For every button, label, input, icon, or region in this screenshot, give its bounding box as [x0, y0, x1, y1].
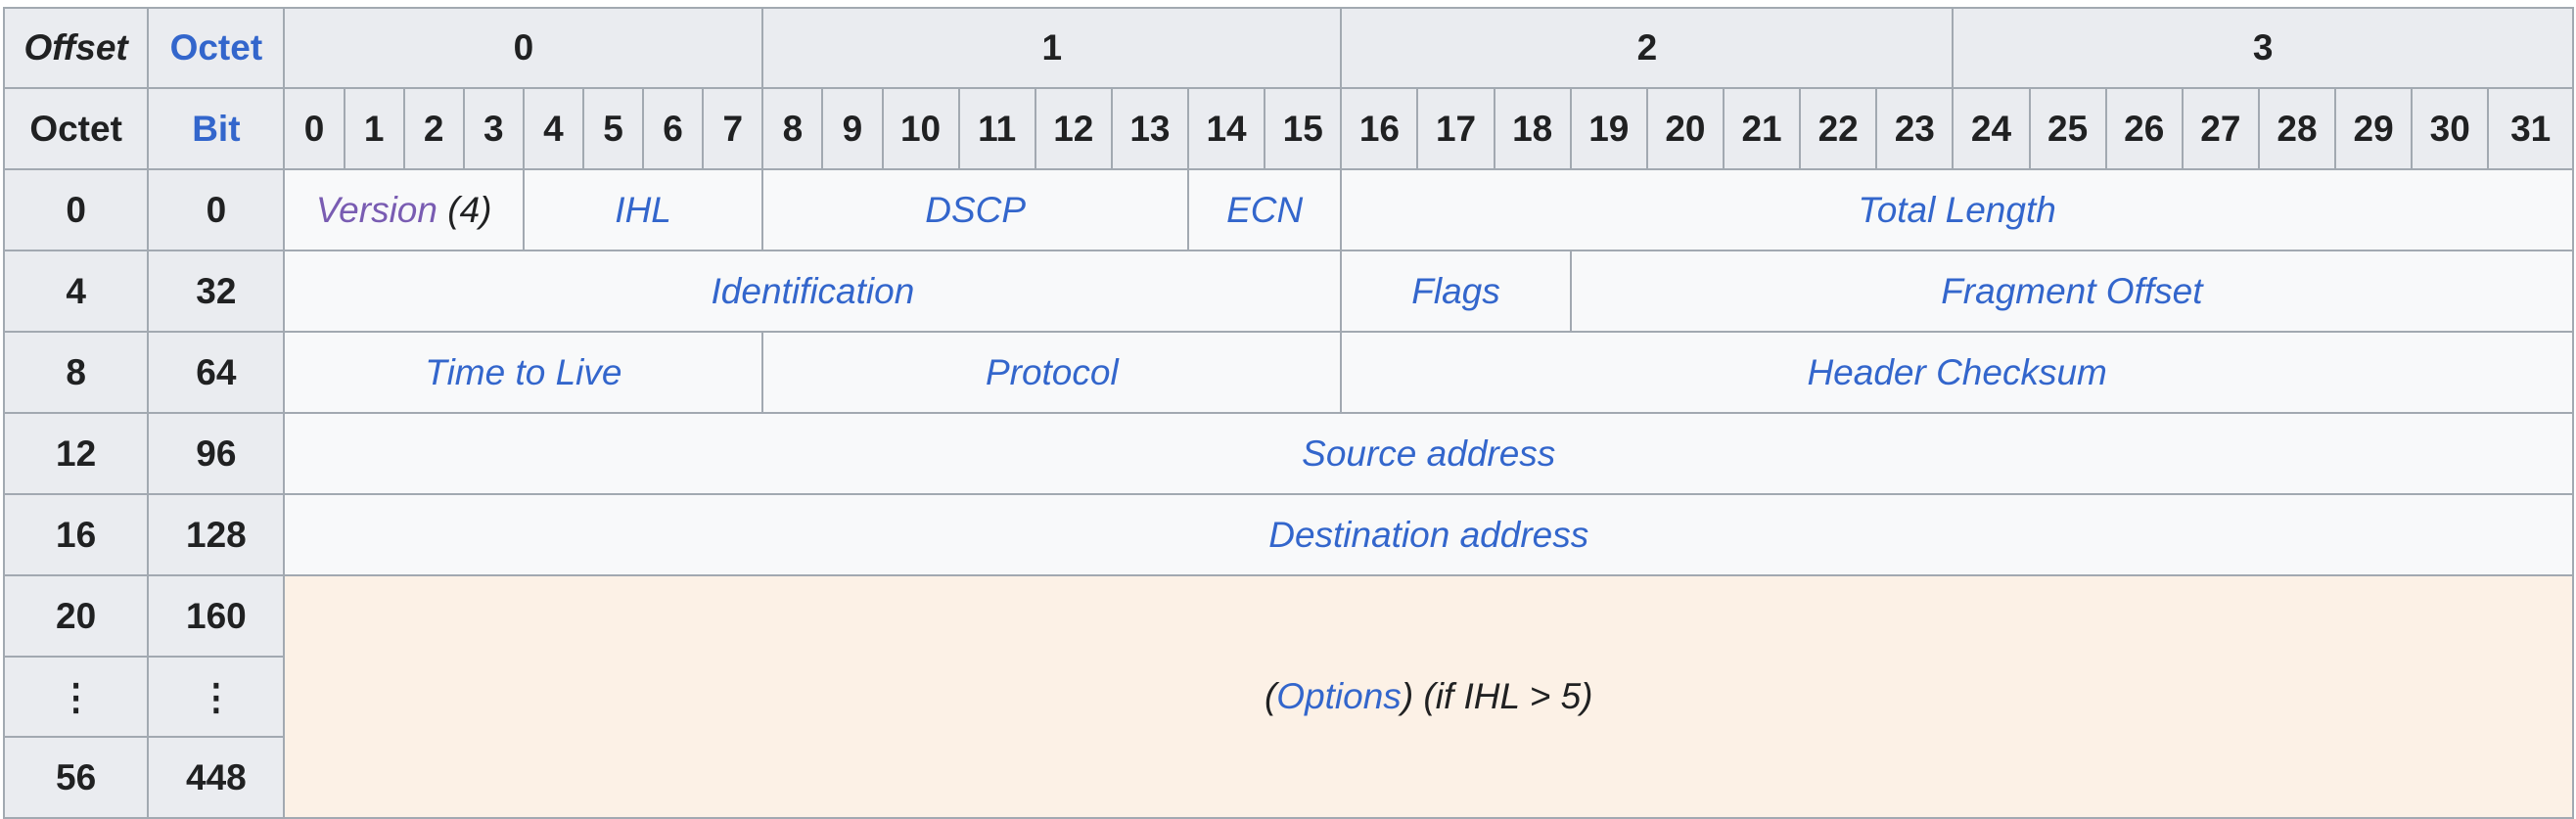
bit-number: 18: [1493, 87, 1572, 170]
total-length-field[interactable]: Total Length: [1340, 168, 2574, 251]
bit-number: 6: [642, 87, 705, 170]
octet-group-header-row: Offset Octet 0 1 2 3: [2, 7, 2574, 89]
bit-number: 5: [581, 87, 645, 170]
header-checksum-link[interactable]: Header Checksum: [1807, 352, 2106, 392]
bit-number: 26: [2104, 87, 2184, 170]
bit-number: 22: [1799, 87, 1878, 170]
source-address-field[interactable]: Source address: [283, 412, 2574, 495]
row-octet-offset: 20: [2, 574, 150, 658]
bit-number: 24: [1952, 87, 2031, 170]
row-bit-ellipsis: ⋮: [147, 656, 286, 738]
ttl-field[interactable]: Time to Live: [283, 331, 764, 414]
bit-number: 25: [2028, 87, 2107, 170]
bit-number: 8: [761, 87, 824, 170]
bit-number: 1: [343, 87, 405, 170]
total-length-link[interactable]: Total Length: [1859, 190, 2056, 230]
bit-number: 9: [821, 87, 884, 170]
bit-number: 2: [402, 87, 465, 170]
row-octet-offset: 8: [2, 331, 150, 414]
source-address-link[interactable]: Source address: [1302, 433, 1555, 474]
fragment-offset-link[interactable]: Fragment Offset: [1941, 271, 2202, 311]
bit-number: 0: [283, 87, 345, 170]
octet-group-1: 1: [761, 7, 1343, 89]
options-link[interactable]: Options: [1276, 676, 1402, 716]
ttl-link[interactable]: Time to Live: [425, 352, 621, 392]
header-checksum-field[interactable]: Header Checksum: [1340, 331, 2574, 414]
bit-number: 29: [2334, 87, 2414, 170]
dscp-field[interactable]: DSCP: [761, 168, 1189, 251]
bit-number: 10: [881, 87, 960, 170]
octet-row-header: Octet: [2, 87, 150, 170]
row-bit-offset: 448: [147, 736, 286, 819]
bit-number: 31: [2487, 87, 2574, 170]
bit-number: 11: [957, 87, 1036, 170]
row-bit-offset: 0: [147, 168, 286, 251]
octet-group-2: 2: [1340, 7, 1955, 89]
flags-field[interactable]: Flags: [1340, 250, 1572, 333]
identification-field[interactable]: Identification: [283, 250, 1343, 333]
row-bit-offset: 96: [147, 412, 286, 495]
protocol-link[interactable]: Protocol: [986, 352, 1119, 392]
version-field[interactable]: Version (4): [283, 168, 525, 251]
dscp-link[interactable]: DSCP: [925, 190, 1026, 230]
version-value: (4): [437, 189, 492, 230]
bit-number: 12: [1034, 87, 1113, 170]
destination-address-field[interactable]: Destination address: [283, 493, 2574, 576]
version-link[interactable]: Version: [316, 190, 437, 230]
row-octet-offset: 56: [2, 736, 150, 819]
bit-number: 20: [1645, 87, 1725, 170]
table-row: 12 96 Source address: [2, 412, 2574, 495]
octet-group-0: 0: [283, 7, 764, 89]
options-open-paren: (: [1264, 676, 1277, 716]
table-row: 20 160 (Options) (if IHL > 5): [2, 574, 2574, 819]
options-condition: ) (if IHL > 5): [1401, 676, 1593, 716]
octet-link[interactable]: Octet: [170, 27, 263, 68]
row-octet-offset: 0: [2, 168, 150, 251]
bit-number: 4: [522, 87, 584, 170]
row-bit-offset: 128: [147, 493, 286, 576]
ecn-field[interactable]: ECN: [1186, 168, 1343, 251]
bit-number: 13: [1110, 87, 1190, 170]
bit-number: 14: [1186, 87, 1266, 170]
bit-link[interactable]: Bit: [192, 109, 240, 149]
table-row: 4 32 Identification Flags Fragment Offse…: [2, 250, 2575, 333]
bit-number: 23: [1875, 87, 1955, 170]
row-octet-ellipsis: ⋮: [2, 656, 150, 738]
row-octet-offset: 12: [2, 412, 150, 495]
bit-number: 15: [1264, 87, 1343, 170]
ipv4-header-table: Offset Octet 0 1 2 3 Octet Bit 0 1 2 3 4…: [2, 7, 2575, 819]
options-field: (Options) (if IHL > 5): [283, 574, 2574, 819]
row-octet-offset: 4: [2, 250, 150, 333]
bit-number: 28: [2257, 87, 2337, 170]
bit-number: 27: [2181, 87, 2260, 170]
destination-address-link[interactable]: Destination address: [1268, 515, 1588, 555]
bit-column-header[interactable]: Bit: [147, 87, 286, 170]
fragment-offset-field[interactable]: Fragment Offset: [1569, 250, 2575, 333]
row-octet-offset: 16: [2, 493, 150, 576]
bit-number: 30: [2411, 87, 2490, 170]
protocol-field[interactable]: Protocol: [761, 331, 1343, 414]
offset-label: Offset: [23, 27, 128, 68]
bit-header-row: Octet Bit 0 1 2 3 4 5 6 7 8 9 10 11 12 1…: [2, 87, 2574, 170]
bit-number: 16: [1340, 87, 1419, 170]
row-bit-offset: 64: [147, 331, 286, 414]
table-row: 16 128 Destination address: [2, 493, 2574, 576]
flags-link[interactable]: Flags: [1411, 271, 1499, 311]
table-row: 0 0 Version (4) IHL DSCP ECN Total Lengt…: [2, 168, 2574, 251]
table-row: 8 64 Time to Live Protocol Header Checks…: [2, 331, 2574, 414]
ihl-link[interactable]: IHL: [615, 190, 671, 230]
bit-number: 19: [1569, 87, 1648, 170]
bit-number: 21: [1722, 87, 1802, 170]
octet-group-3: 3: [1952, 7, 2574, 89]
row-bit-offset: 160: [147, 574, 286, 658]
bit-number: 3: [462, 87, 525, 170]
ecn-link[interactable]: ECN: [1226, 190, 1303, 230]
row-bit-offset: 32: [147, 250, 286, 333]
octet-column-header[interactable]: Octet: [147, 7, 286, 89]
offset-header: Offset: [2, 7, 150, 89]
bit-number: 7: [702, 87, 764, 170]
identification-link[interactable]: Identification: [712, 271, 915, 311]
bit-number: 17: [1416, 87, 1495, 170]
ihl-field[interactable]: IHL: [522, 168, 764, 251]
